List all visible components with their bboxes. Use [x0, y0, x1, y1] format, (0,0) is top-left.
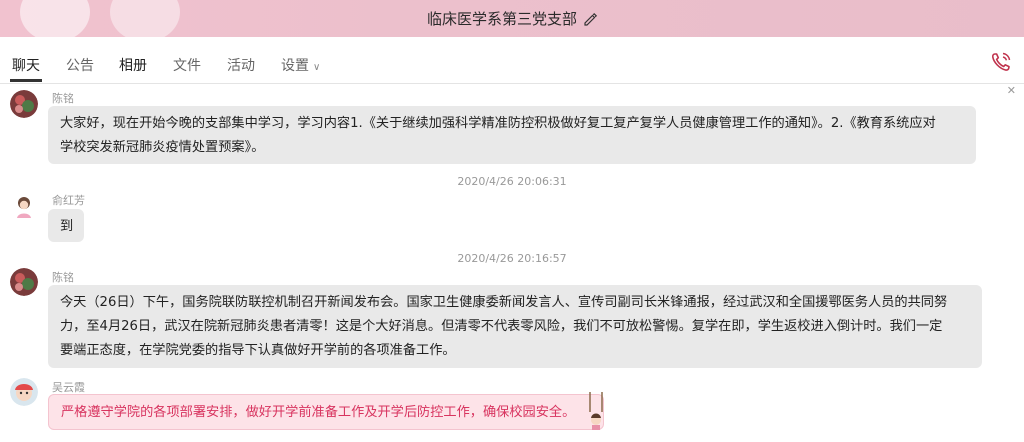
message-bubble[interactable]: 今天（26日）下午，国务院联防联控机制召开新闻发布会。国家卫生健康委新闻发言人、… [48, 285, 982, 368]
phone-call-icon[interactable] [990, 51, 1012, 73]
group-header: 临床医学系第三党支部 [0, 0, 1024, 42]
message-timestamp: 2020/4/26 20:16:57 [457, 252, 567, 265]
message-bubble[interactable]: 大家好，现在开始今晚的支部集中学习，学习内容1.《关于继续加强科学精准防控积极做… [48, 106, 976, 164]
tab-chat[interactable]: 聊天 [12, 55, 40, 75]
avatar[interactable] [10, 268, 38, 296]
tab-settings[interactable]: 设置 ∨ [281, 55, 320, 75]
message-bubble[interactable]: 到 [48, 209, 84, 242]
avatar[interactable] [10, 90, 38, 118]
tab-files[interactable]: 文件 [173, 55, 201, 75]
message-timestamp: 2020/4/26 20:06:31 [457, 175, 567, 188]
sender-name: 陈铭 [52, 271, 74, 284]
tab-settings-label: 设置 [281, 58, 309, 74]
tab-activities[interactable]: 活动 [227, 55, 255, 75]
message-text-line: 力，至4月26日，武汉在院新冠肺炎患者清零！这是个大好消息。但清零不代表零风险，… [60, 319, 943, 334]
message-bubble[interactable]: 严格遵守学院的各项部署安排，做好开学前准备工作及开学后防控工作，确保校园安全。 [48, 394, 604, 430]
tab-bar: 聊天 公告 相册 文件 活动 设置 ∨ [0, 37, 1024, 84]
tab-album[interactable]: 相册 [119, 55, 147, 75]
message-text: 严格遵守学院的各项部署安排，做好开学前准备工作及开学后防控工作，确保校园安全。 [61, 405, 576, 420]
edit-icon[interactable] [583, 12, 597, 26]
message-text-line: 大家好，现在开始今晚的支部集中学习，学习内容1.《关于继续加强科学精准防控积极做… [60, 116, 936, 131]
group-name: 临床医学系第三党支部 [426, 10, 577, 28]
chat-message-area[interactable]: ✕ 陈铭 大家好，现在开始今晚的支部集中学习，学习内容1.《关于继续加强科学精准… [0, 84, 1024, 442]
sender-name: 俞红芳 [52, 194, 85, 207]
message-text-line: 要端正态度，在学院党委的指导下认真做好开学前的各项准备工作。 [60, 343, 456, 358]
message-text-line: 学校突发新冠肺炎疫情处置预案》。 [60, 140, 265, 155]
avatar[interactable] [10, 378, 38, 406]
group-title-area: 临床医学系第三党支部 [0, 8, 1024, 29]
chevron-down-icon: ∨ [313, 62, 321, 73]
avatar[interactable] [10, 192, 38, 220]
message-text: 到 [60, 219, 74, 234]
sender-name: 陈铭 [52, 92, 74, 105]
close-icon[interactable]: ✕ [1007, 84, 1016, 97]
bubble-decoration [589, 392, 603, 430]
active-tab-indicator [10, 79, 42, 82]
tab-announcements[interactable]: 公告 [66, 55, 94, 75]
message-text-line: 今天（26日）下午，国务院联防联控机制召开新闻发布会。国家卫生健康委新闻发言人、… [60, 295, 948, 310]
sender-name: 吴云霞 [52, 381, 85, 394]
